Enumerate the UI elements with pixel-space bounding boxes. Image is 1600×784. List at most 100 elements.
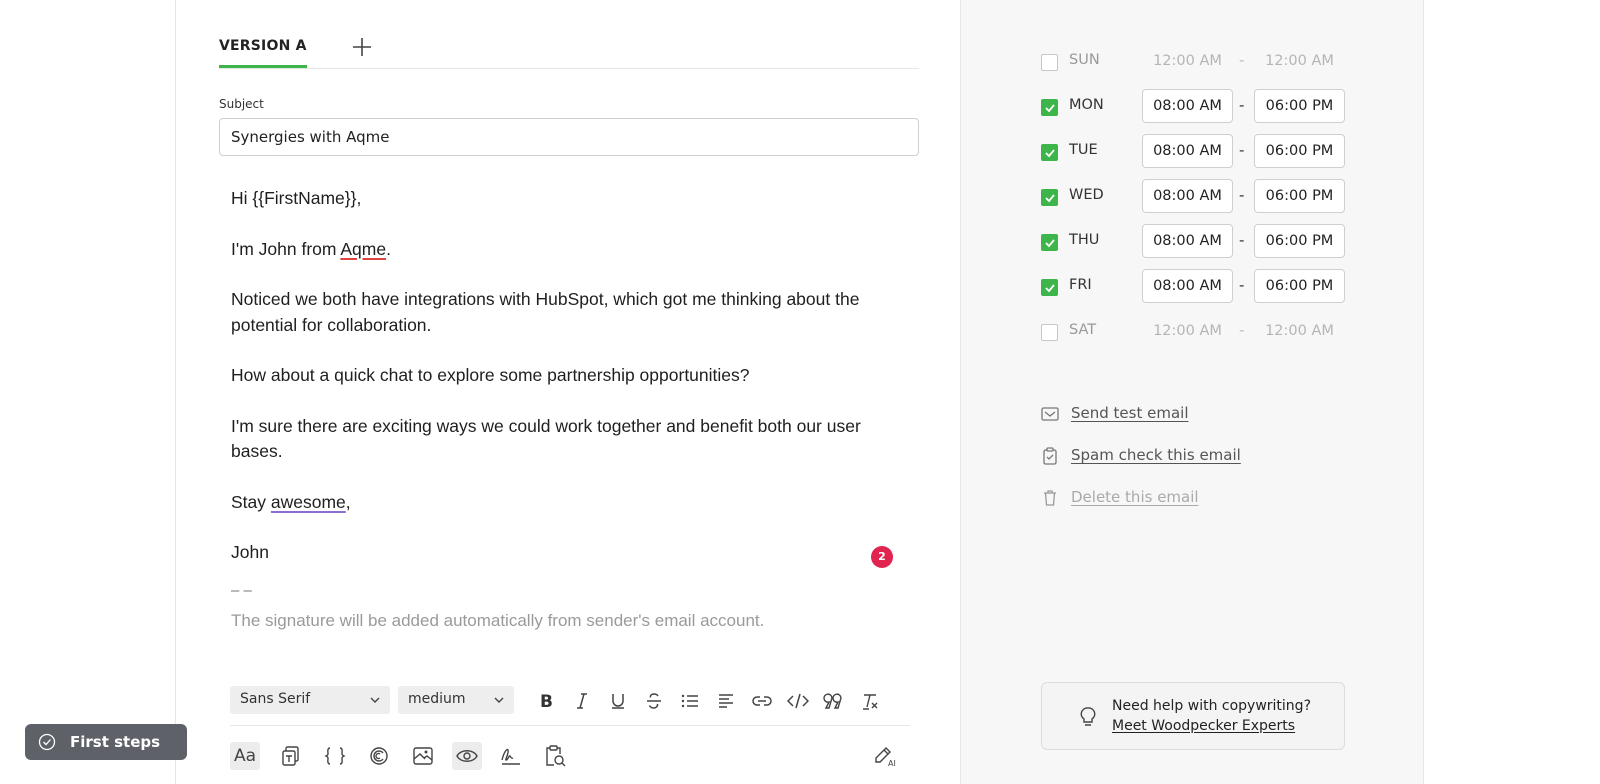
add-version-icon[interactable]	[351, 36, 373, 58]
paragraph-2: How about a quick chat to explore some p…	[231, 365, 750, 385]
schedule-row-sun: SUN 12:00 AM -12:00 AM	[1041, 44, 1371, 78]
paragraph-3-line-1: I'm sure there are exciting ways we coul…	[231, 415, 861, 436]
text-format-icon[interactable]: Aa	[230, 742, 260, 770]
paragraph-1-line-1: Noticed we both have integrations with H…	[231, 289, 860, 309]
signoff-prefix: Stay	[231, 491, 271, 512]
spam-check-icon[interactable]	[540, 742, 570, 770]
meet-experts-link[interactable]: Meet Woodpecker Experts	[1112, 718, 1295, 734]
signature-icon[interactable]	[496, 742, 526, 770]
delete-email-label: Delete this email	[1071, 488, 1199, 506]
start-time-field[interactable]: 08:00 AM	[1142, 134, 1233, 168]
issues-count-badge[interactable]: 2	[871, 546, 893, 568]
start-time-field[interactable]: 12:00 AM	[1142, 314, 1233, 348]
time-separator: -	[1239, 186, 1245, 204]
insert-toolbar: Aa AI	[230, 742, 910, 772]
intro-line: I'm John from Aqme.	[231, 237, 891, 263]
preview-icon[interactable]	[452, 742, 482, 770]
version-tabs: VERSION A	[219, 34, 919, 69]
paragraph-3-line-2: bases.	[231, 441, 283, 461]
spintax-icon[interactable]	[364, 742, 394, 770]
end-time-field[interactable]: 06:00 PM	[1254, 269, 1345, 303]
schedule-row-thu: THU 08:00 AM -06:00 PM	[1041, 224, 1371, 258]
italic-icon[interactable]	[570, 689, 594, 713]
quote-icon[interactable]	[822, 689, 846, 713]
check-icon	[1044, 103, 1055, 112]
day-checkbox[interactable]	[1041, 99, 1058, 116]
copywriting-help-box: Need help with copywriting? Meet Woodpec…	[1041, 682, 1345, 750]
left-gutter	[0, 0, 176, 784]
start-time-field[interactable]: 08:00 AM	[1142, 179, 1233, 213]
day-label: SUN	[1069, 52, 1100, 68]
align-icon[interactable]	[714, 689, 738, 713]
svg-text:AI: AI	[888, 759, 896, 767]
signature-separator: – –	[231, 582, 252, 599]
day-checkbox[interactable]	[1041, 324, 1058, 341]
time-separator: -	[1239, 141, 1245, 159]
time-separator: -	[1239, 321, 1245, 339]
day-label: TUE	[1069, 142, 1098, 158]
svg-text:B: B	[540, 692, 553, 710]
font-size-value: medium	[408, 691, 466, 707]
subject-label: Subject	[219, 97, 264, 111]
code-icon[interactable]	[786, 689, 810, 713]
start-time-field[interactable]: 08:00 AM	[1142, 224, 1233, 258]
image-icon[interactable]	[408, 742, 438, 770]
clipboard-check-icon	[1043, 447, 1057, 465]
end-time-field[interactable]: 06:00 PM	[1254, 224, 1345, 258]
intro-suffix: .	[386, 238, 391, 259]
schedule-row-fri: FRI 08:00 AM -06:00 PM	[1041, 269, 1371, 303]
first-steps-button[interactable]: First steps	[25, 724, 187, 760]
day-checkbox[interactable]	[1041, 234, 1058, 251]
check-circle-icon	[38, 733, 56, 751]
intro-prefix: I'm John from	[231, 238, 341, 259]
end-time-field[interactable]: 06:00 PM	[1254, 89, 1345, 123]
start-time-field[interactable]: 08:00 AM	[1142, 269, 1233, 303]
greeting-line: Hi {{FirstName}},	[231, 188, 362, 208]
day-checkbox[interactable]	[1041, 144, 1058, 161]
paragraph-1: Noticed we both have integrations with H…	[231, 287, 891, 338]
day-checkbox[interactable]	[1041, 189, 1058, 206]
end-time-field[interactable]: 12:00 AM	[1254, 44, 1345, 78]
send-test-email-label: Send test email	[1071, 404, 1189, 422]
underline-icon[interactable]	[606, 689, 630, 713]
time-separator: -	[1239, 231, 1245, 249]
help-text: Need help with copywriting?	[1112, 698, 1312, 714]
lightbulb-icon	[1080, 707, 1096, 726]
day-label: FRI	[1069, 277, 1092, 293]
chevron-down-icon	[494, 697, 504, 703]
variables-icon[interactable]	[320, 742, 350, 770]
font-family-value: Sans Serif	[240, 691, 311, 707]
clear-format-icon[interactable]	[858, 689, 882, 713]
end-time-field[interactable]: 06:00 PM	[1254, 179, 1345, 213]
end-time-field[interactable]: 12:00 AM	[1254, 314, 1345, 348]
tab-version-a[interactable]: VERSION A	[219, 34, 307, 68]
link-icon[interactable]	[750, 689, 774, 713]
bold-icon[interactable]: B	[534, 689, 558, 713]
email-body[interactable]: Hi {{FirstName}}, I'm John from Aqme. No…	[231, 186, 891, 591]
end-time-field[interactable]: 06:00 PM	[1254, 134, 1345, 168]
bullet-list-icon[interactable]	[678, 689, 702, 713]
subject-input[interactable]	[219, 118, 919, 156]
grammar-flagged-word[interactable]: awesome	[271, 492, 346, 512]
day-label: THU	[1069, 232, 1100, 248]
sender-name: John	[231, 542, 269, 562]
day-checkbox[interactable]	[1041, 54, 1058, 71]
ai-writer-icon[interactable]: AI	[870, 742, 900, 770]
check-icon	[1044, 148, 1055, 157]
template-icon[interactable]	[276, 742, 306, 770]
paragraph-3: I'm sure there are exciting ways we coul…	[231, 414, 891, 465]
misspelled-word[interactable]: Aqme	[340, 239, 386, 259]
strikethrough-icon[interactable]	[642, 689, 666, 713]
trash-icon	[1044, 490, 1056, 506]
start-time-field[interactable]: 08:00 AM	[1142, 89, 1233, 123]
start-time-field[interactable]: 12:00 AM	[1142, 44, 1233, 78]
day-checkbox[interactable]	[1041, 279, 1058, 296]
signoff-line: Stay awesome,	[231, 490, 891, 516]
time-separator: -	[1239, 96, 1245, 114]
format-toolbar: Sans Serif medium B	[230, 686, 910, 726]
schedule-row-wed: WED 08:00 AM -06:00 PM	[1041, 179, 1371, 213]
font-size-select[interactable]: medium	[398, 686, 514, 714]
font-family-select[interactable]: Sans Serif	[230, 686, 390, 714]
settings-sidebar: SUN 12:00 AM -12:00 AM MON 08:00 AM -06:00 PM…	[960, 0, 1424, 784]
first-steps-label: First steps	[70, 733, 161, 751]
